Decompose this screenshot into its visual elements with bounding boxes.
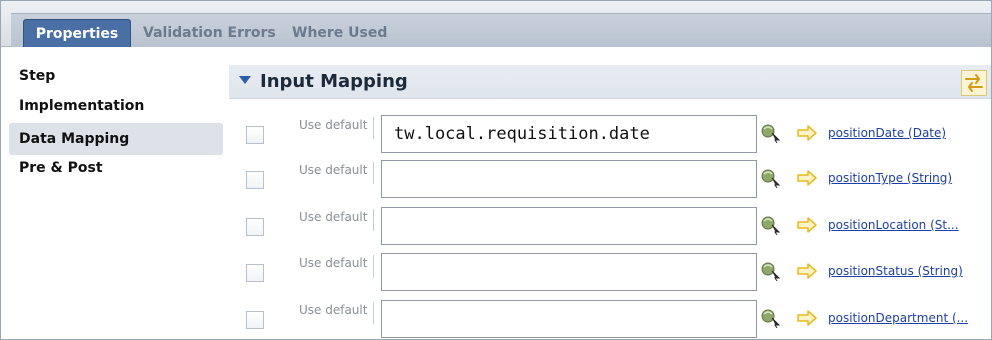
use-default-checkbox[interactable] (246, 126, 264, 144)
section-title: Input Mapping (260, 71, 408, 92)
divider (373, 255, 374, 277)
use-default-label: Use default (299, 118, 368, 132)
collapse-caret-icon[interactable] (239, 76, 251, 84)
tab-validation-errors[interactable]: Validation Errors (143, 19, 276, 47)
sidebar-item-implementation[interactable]: Implementation (9, 93, 223, 123)
use-default-checkbox[interactable] (246, 264, 264, 282)
divider (373, 162, 374, 184)
use-default-label: Use default (299, 303, 368, 317)
use-default-checkbox[interactable] (246, 218, 264, 236)
mapping-value-input[interactable] (381, 160, 757, 198)
mapping-row: Use default positionStatus (String) (229, 253, 991, 293)
mapping-arrow-icon (797, 263, 817, 279)
variable-picker-icon[interactable] (760, 123, 782, 143)
mapping-arrow-icon (797, 125, 817, 141)
use-default-label: Use default (299, 210, 368, 224)
mapping-arrow-icon (797, 170, 817, 186)
use-default-label: Use default (299, 256, 368, 270)
mapping-row: Use default tw.local.requisition.date po… (229, 115, 991, 155)
param-link[interactable]: positionDepartment (... (828, 311, 968, 325)
sidebar-nav: Step Implementation Data Mapping Pre & P… (9, 63, 223, 188)
sidebar-item-data-mapping[interactable]: Data Mapping (9, 123, 223, 155)
sidebar-item-pre-post[interactable]: Pre & Post (9, 155, 223, 188)
param-link[interactable]: positionDate (Date) (828, 126, 946, 140)
param-link[interactable]: positionType (String) (828, 171, 952, 185)
mapping-arrow-icon (797, 217, 817, 233)
use-default-label: Use default (299, 163, 368, 177)
sidebar-item-step[interactable]: Step (9, 63, 223, 93)
divider (373, 209, 374, 231)
param-link[interactable]: positionStatus (String) (828, 264, 963, 278)
variable-picker-icon[interactable] (760, 168, 782, 188)
mapping-row: Use default positionDepartment (... (229, 300, 991, 340)
mapping-value-input[interactable]: tw.local.requisition.date (381, 115, 757, 153)
properties-panel: Properties Validation Errors Where Used … (0, 0, 992, 340)
mapping-value-input[interactable] (381, 207, 757, 245)
divider (373, 117, 374, 139)
mapping-value-input[interactable] (381, 253, 757, 291)
mapping-row: Use default positionType (String) (229, 160, 991, 200)
variable-picker-icon[interactable] (760, 308, 782, 328)
tab-properties[interactable]: Properties (23, 19, 131, 47)
use-default-checkbox[interactable] (246, 311, 264, 329)
mapping-value-input[interactable] (381, 300, 757, 338)
tab-where-used[interactable]: Where Used (292, 19, 387, 47)
divider (373, 302, 374, 324)
mapping-row: Use default positionLocation (St... (229, 207, 991, 247)
swap-icon[interactable] (961, 70, 987, 96)
variable-picker-icon[interactable] (760, 261, 782, 281)
input-mapping-header[interactable]: Input Mapping (229, 65, 991, 99)
tab-bar: Properties Validation Errors Where Used (1, 1, 991, 47)
variable-picker-icon[interactable] (760, 215, 782, 235)
param-link[interactable]: positionLocation (St... (828, 218, 959, 232)
use-default-checkbox[interactable] (246, 171, 264, 189)
mapping-arrow-icon (797, 310, 817, 326)
